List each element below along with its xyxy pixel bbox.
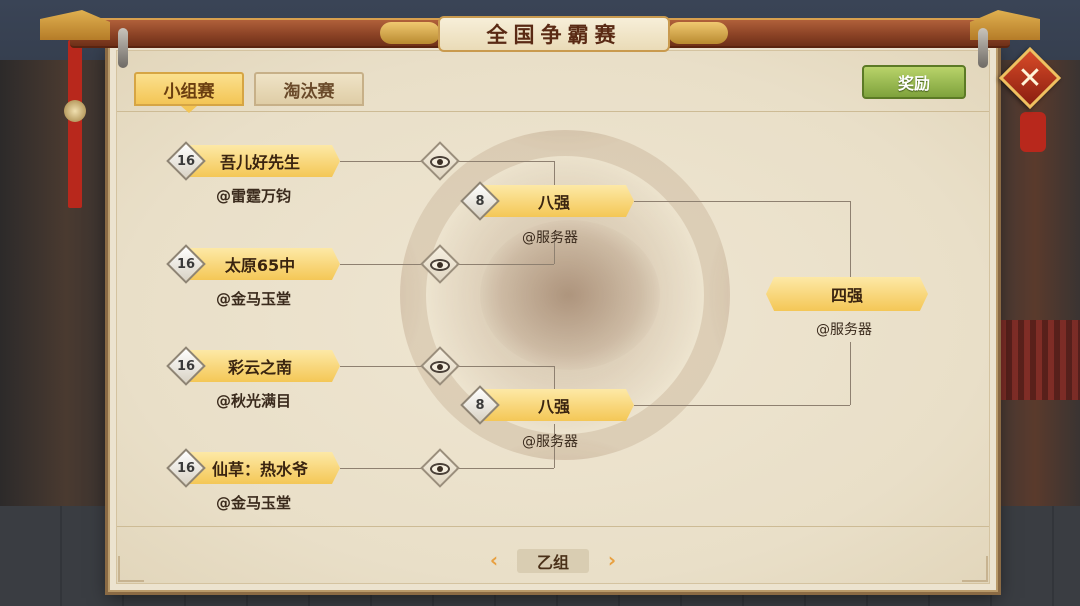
seed-number: 8: [475, 397, 485, 413]
reward-button[interactable]: 奖励: [862, 65, 966, 99]
active-tab-pointer-icon: [181, 106, 197, 113]
corner-ornament: [962, 556, 988, 582]
seed-number: 8: [475, 193, 485, 209]
semifinal-plate[interactable]: 四强: [766, 277, 928, 311]
eye-icon: [430, 361, 450, 373]
bracket-line: [454, 468, 554, 469]
bracket-line: [340, 468, 426, 469]
tassel-ornament: [68, 40, 82, 208]
hook-ornament: [118, 28, 128, 68]
quarterfinal-server: @服务器: [522, 434, 578, 450]
bracket-line: [340, 264, 426, 265]
lantern-ornament: [1020, 112, 1046, 152]
eye-icon: [430, 463, 450, 475]
player-server: @秋光满目: [216, 392, 292, 410]
bracket-line: [850, 201, 851, 277]
eye-icon: [430, 259, 450, 271]
background-railing: [1000, 320, 1080, 400]
bracket-line: [554, 161, 555, 185]
tab-knockout[interactable]: 淘汰赛: [254, 72, 364, 106]
bracket-line: [554, 366, 555, 390]
bracket-line: [454, 264, 554, 265]
bracket-line: [850, 342, 851, 405]
eye-icon: [430, 156, 450, 168]
seed-number: 16: [176, 460, 196, 476]
seed-number: 16: [176, 256, 196, 272]
bracket-line: [340, 366, 426, 367]
bracket-line: [454, 366, 554, 367]
tab-group-stage[interactable]: 小组赛: [134, 72, 244, 106]
quarterfinal-server: @服务器: [522, 230, 578, 246]
tassel-bead: [64, 100, 86, 122]
title-wing-ornament: [668, 22, 728, 44]
semifinal-server: @服务器: [816, 322, 872, 338]
corner-ornament: [118, 556, 144, 582]
window-title: 全国争霸赛: [438, 16, 670, 52]
next-group-icon[interactable]: ›: [602, 548, 622, 572]
seed-number: 16: [176, 358, 196, 374]
prev-group-icon[interactable]: ‹: [484, 548, 504, 572]
bracket-line: [634, 405, 850, 406]
hook-ornament: [978, 28, 988, 68]
seed-number: 16: [176, 153, 196, 169]
player-server: @雷霆万钧: [216, 187, 292, 205]
title-wing-ornament: [380, 22, 440, 44]
bracket-line: [634, 201, 850, 202]
bracket-line: [454, 161, 554, 162]
bracket-line: [340, 161, 426, 162]
player-server: @金马玉堂: [216, 290, 292, 308]
beam-end-ornament: [40, 10, 110, 40]
player-server: @金马玉堂: [216, 494, 292, 512]
group-label: 乙组: [517, 549, 589, 573]
